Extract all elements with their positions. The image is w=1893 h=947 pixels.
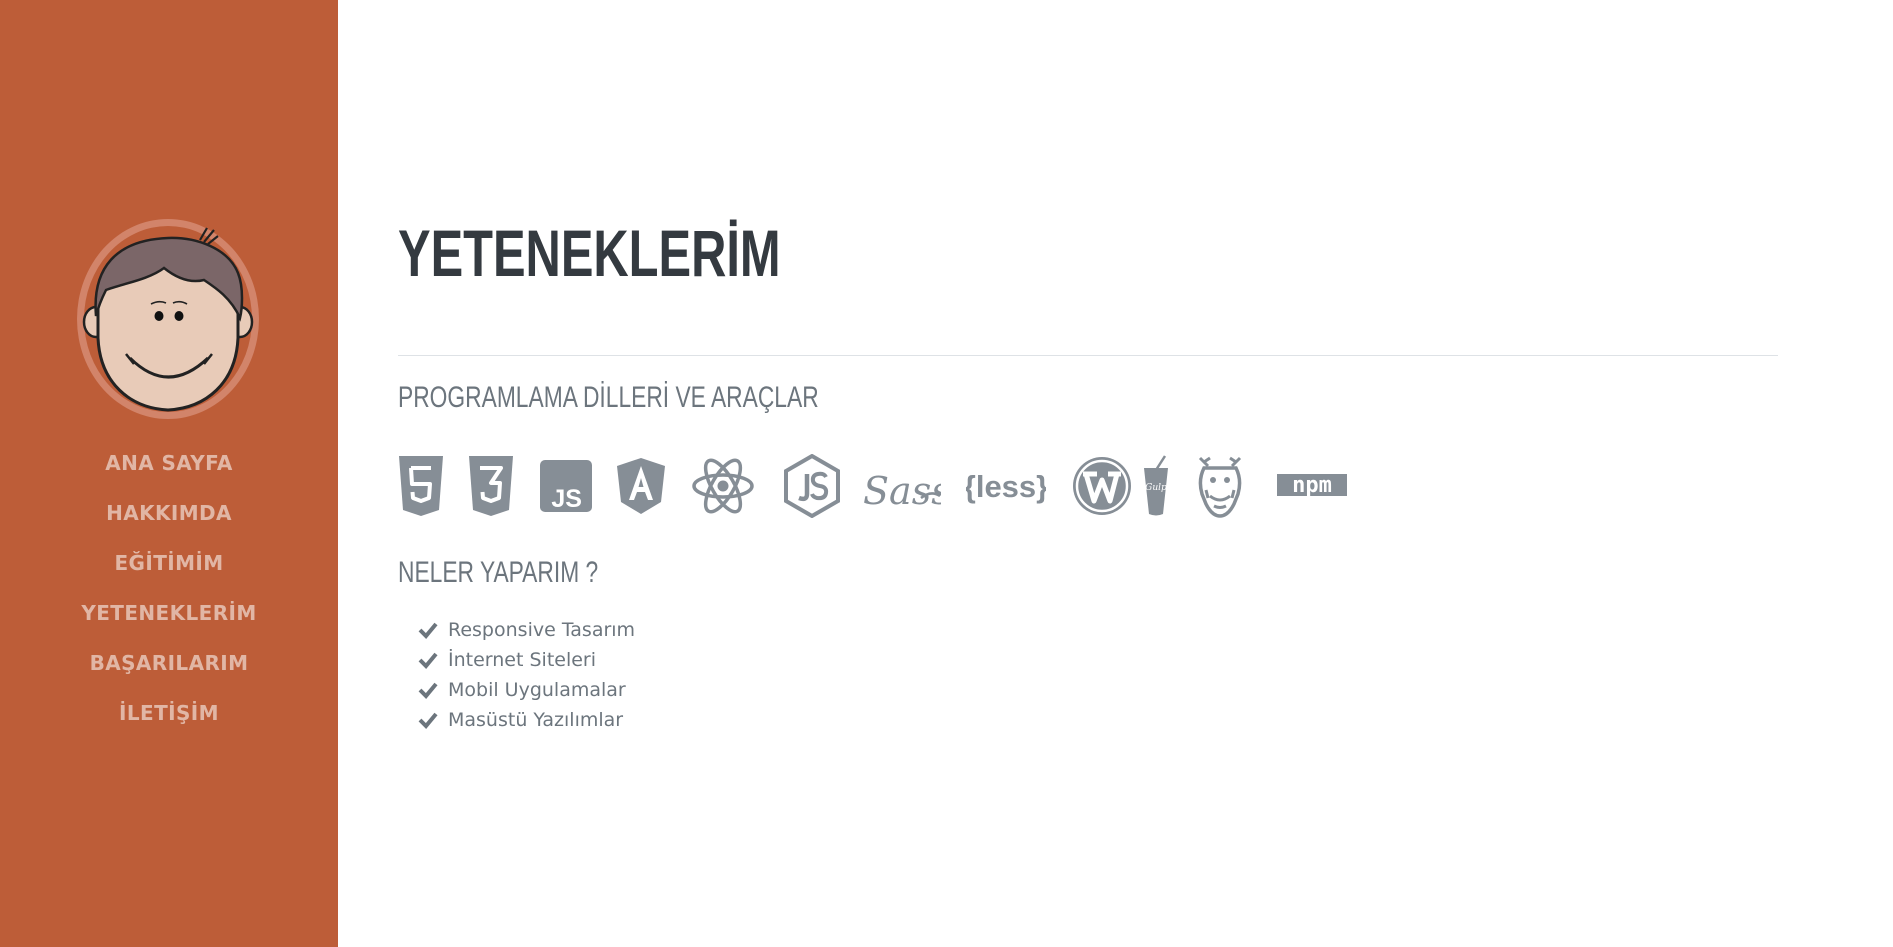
nav-item-basarilarim: BAŞARILARIM (0, 644, 338, 694)
check-icon (418, 622, 438, 639)
angular-icon (616, 454, 666, 518)
react-icon (692, 454, 754, 518)
page-title: YETENEKLERİM (398, 216, 781, 290)
nav-item-hakkimda: HAKKIMDA (0, 494, 338, 544)
html5-icon (398, 454, 444, 518)
skill-label: Responsive Tasarım (448, 619, 636, 641)
nav-item-egitimim: EĞİTİMİM (0, 544, 338, 594)
less-icon: {less} (966, 454, 1046, 518)
tool-icons: JS Sas {less} Gulp npm (398, 454, 1398, 518)
nav-item-yeteneklerim: YETENEKLERİM (0, 594, 338, 644)
nav-link-yeteneklerim[interactable]: YETENEKLERİM (81, 594, 256, 632)
nodejs-icon (784, 454, 840, 518)
npm-icon: npm (1276, 454, 1348, 518)
js-icon: JS (539, 454, 593, 518)
check-icon (418, 682, 438, 699)
skill-label: İnternet Siteleri (448, 649, 597, 671)
nav-link-hakkimda[interactable]: HAKKIMDA (106, 494, 232, 532)
work-heading: NELER YAPARIM ? (398, 556, 599, 589)
section-divider (398, 355, 1778, 356)
list-item: Mobil Uygulamalar (418, 675, 635, 705)
skill-label: Masüstü Yazılımlar (448, 709, 624, 731)
svg-text:Sass: Sass (863, 469, 941, 513)
gulp-icon: Gulp (1141, 454, 1171, 518)
tools-heading: PROGRAMLAMA DİLLERİ VE ARAÇLAR (398, 381, 819, 414)
sass-icon: Sass (863, 454, 941, 518)
svg-text:npm: npm (1292, 473, 1332, 498)
skill-list: Responsive Tasarım İnternet Siteleri Mob… (418, 615, 635, 735)
svg-text:{less}: {less} (966, 469, 1046, 504)
nav-link-ana-sayfa[interactable]: ANA SAYFA (105, 444, 233, 482)
sidebar: ANA SAYFA HAKKIMDA EĞİTİMİM YETENEKLERİM… (0, 0, 338, 947)
wordpress-icon (1071, 454, 1133, 518)
sidebar-nav: ANA SAYFA HAKKIMDA EĞİTİMİM YETENEKLERİM… (0, 444, 338, 744)
skill-label: Mobil Uygulamalar (448, 679, 626, 701)
nav-link-iletisim[interactable]: İLETİŞİM (119, 694, 219, 732)
nav-item-ana-sayfa: ANA SAYFA (0, 444, 338, 494)
list-item: İnternet Siteleri (418, 645, 635, 675)
cartoon-face-avatar-icon (77, 219, 259, 419)
nav-link-egitimim[interactable]: EĞİTİMİM (114, 544, 223, 582)
check-icon (418, 652, 438, 669)
nav-item-iletisim: İLETİŞİM (0, 694, 338, 744)
list-item: Responsive Tasarım (418, 615, 635, 645)
check-icon (418, 712, 438, 729)
grunt-icon (1196, 454, 1244, 518)
list-item: Masüstü Yazılımlar (418, 705, 635, 735)
avatar (76, 218, 260, 420)
svg-text:Gulp: Gulp (1145, 483, 1167, 493)
svg-text:JS: JS (551, 485, 582, 513)
css3-icon (468, 454, 514, 518)
nav-link-basarilarim[interactable]: BAŞARILARIM (90, 644, 249, 682)
